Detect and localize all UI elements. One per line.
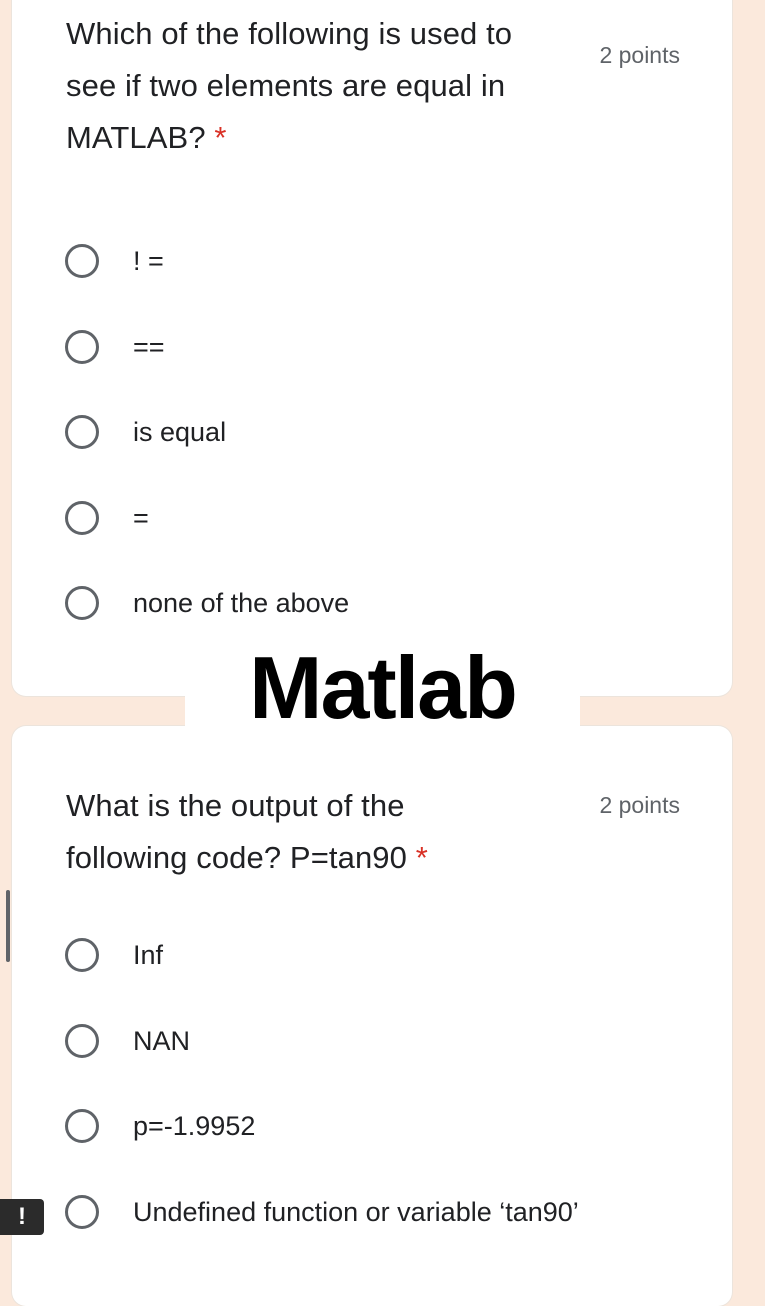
scroll-indicator[interactable] (6, 890, 10, 962)
option-label: p=-1.9952 (133, 1110, 256, 1141)
question-1-option-5[interactable]: none of the above (65, 580, 349, 626)
required-asterisk: * (415, 840, 428, 875)
radio-button[interactable] (65, 1195, 99, 1229)
option-label: == (133, 331, 165, 362)
alert-glyph: ! (18, 1203, 26, 1230)
question-2-option-2[interactable]: NAN (65, 1018, 190, 1064)
question-1-option-2[interactable]: == (65, 324, 165, 370)
radio-button[interactable] (65, 501, 99, 535)
question-card-1: Which of the following is used to see if… (12, 0, 732, 696)
radio-button[interactable] (65, 415, 99, 449)
question-1-points: 2 points (599, 42, 680, 68)
question-2-points: 2 points (599, 792, 680, 818)
question-1-title: Which of the following is used to see if… (66, 16, 513, 155)
question-card-2: What is the output of the following code… (12, 726, 732, 1306)
question-2-text: What is the output of the following code… (66, 780, 526, 884)
matlab-banner: Matlab (185, 634, 580, 742)
option-label: none of the above (133, 587, 350, 618)
banner-text: Matlab (249, 638, 518, 737)
question-1-text: Which of the following is used to see if… (66, 8, 571, 164)
radio-button[interactable] (65, 330, 99, 364)
option-label: is equal (133, 416, 227, 447)
radio-button[interactable] (65, 244, 99, 278)
radio-button[interactable] (65, 1109, 99, 1143)
exclamation-icon[interactable]: ! (0, 1199, 44, 1235)
required-asterisk: * (214, 120, 227, 155)
radio-button[interactable] (65, 938, 99, 972)
question-1-option-1[interactable]: ! = (65, 238, 164, 284)
question-1-option-3[interactable]: is equal (65, 409, 226, 455)
option-label: ! = (133, 245, 164, 276)
question-2-option-1[interactable]: Inf (65, 932, 163, 978)
question-2-option-4[interactable]: Undefined function or variable ‘tan90’ (65, 1189, 579, 1235)
option-label: = (133, 502, 149, 533)
question-2-title: What is the output of the following code… (66, 788, 407, 875)
option-label: Inf (133, 939, 164, 970)
question-2-option-3[interactable]: p=-1.9952 (65, 1103, 255, 1149)
question-1-option-4[interactable]: = (65, 495, 149, 541)
radio-button[interactable] (65, 586, 99, 620)
option-label: Undefined function or variable ‘tan90’ (133, 1196, 579, 1227)
radio-button[interactable] (65, 1024, 99, 1058)
option-label: NAN (133, 1025, 191, 1056)
